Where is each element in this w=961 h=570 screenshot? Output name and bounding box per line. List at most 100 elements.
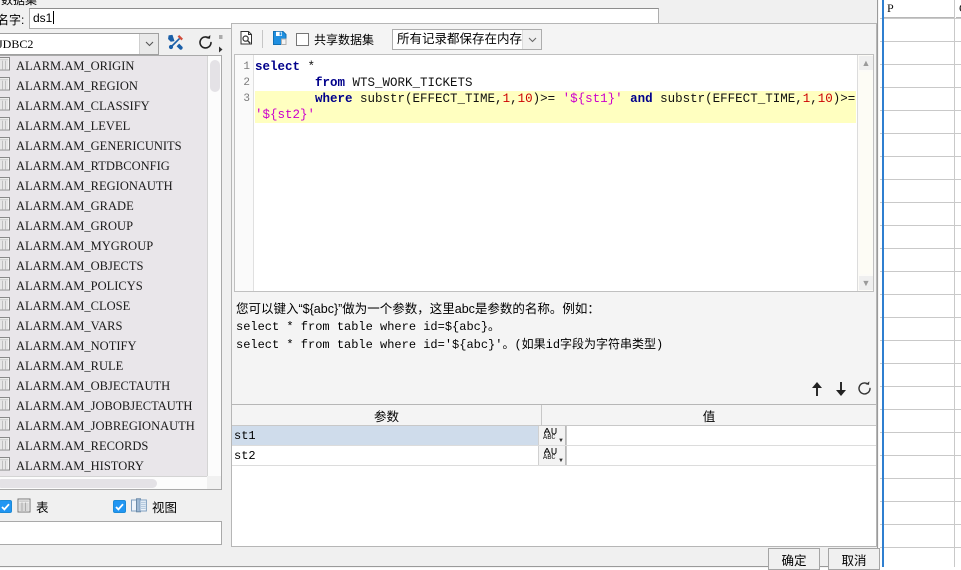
sheet-gridline xyxy=(954,0,955,567)
list-item[interactable]: ALARM.AM_NOTIFY xyxy=(0,336,207,356)
sql-editor-pane: 共享数据集 所有记录都保存在内存中 1 2 3 select * from WTS_… xyxy=(231,23,877,547)
editor-toolbar: 共享数据集 所有记录都保存在内存中 xyxy=(232,24,876,54)
filter-table-label: 表 xyxy=(36,501,49,515)
param-value-cell[interactable] xyxy=(566,446,876,465)
sheet-column-header[interactable]: Q xyxy=(956,0,961,18)
object-list-vertical-scrollbar[interactable] xyxy=(207,56,221,476)
list-item-label: ALARM.AM_OBJECTAUTH xyxy=(16,378,171,393)
checkbox-checked-icon[interactable] xyxy=(113,500,126,513)
list-item[interactable]: ALARM.AM_GROUP xyxy=(0,216,207,236)
checkbox-unchecked-icon[interactable] xyxy=(296,33,309,46)
table-icon xyxy=(0,217,16,235)
datasource-refresh-button[interactable] xyxy=(193,32,218,56)
code-token: WTS_WORK_TICKETS xyxy=(345,76,473,90)
column-header-value[interactable]: 值 xyxy=(542,405,876,425)
table-row[interactable]: st2 ABC ▼ xyxy=(232,446,876,466)
editor-vertical-scrollbar[interactable]: ▲ ▼ xyxy=(857,55,873,291)
chevron-down-icon[interactable] xyxy=(139,34,158,54)
chevron-down-icon[interactable]: ▼ xyxy=(558,438,564,444)
list-item-label: ALARM.AM_RULE xyxy=(16,358,124,373)
list-item[interactable]: ALARM.AM_RTDBCONFIG xyxy=(0,156,207,176)
code-line[interactable]: from WTS_WORK_TICKETS xyxy=(255,75,856,91)
text-type-dropdown-icon[interactable]: ABC ▼ xyxy=(538,446,566,465)
scrollbar-thumb[interactable] xyxy=(0,479,157,488)
list-item[interactable]: ALARM.AM_JOBOBJECTAUTH xyxy=(0,396,207,416)
list-item[interactable]: ALARM.AM_RECORDS xyxy=(0,436,207,456)
help-line-2: select * from table where id=${abc}。 xyxy=(236,320,501,334)
view-icon xyxy=(131,497,147,516)
table-row[interactable]: st1 ABC ▼ xyxy=(232,426,876,446)
move-param-down-button[interactable] xyxy=(830,379,852,401)
table-icon xyxy=(0,77,16,95)
filter-view[interactable]: 视图 xyxy=(113,497,177,516)
column-header-param[interactable]: 参数 xyxy=(232,405,542,425)
chevron-up-icon[interactable]: ▲ xyxy=(859,56,873,70)
storage-mode-select[interactable]: 所有记录都保存在内存中 xyxy=(392,29,542,50)
param-name-cell[interactable]: st1 xyxy=(232,426,538,445)
object-filter-input[interactable] xyxy=(0,521,222,545)
toolbar-separator xyxy=(262,30,263,48)
code-line[interactable]: where substr(EFFECT_TIME,1,10)>= '${st1}… xyxy=(255,91,856,107)
preview-button[interactable] xyxy=(235,27,259,51)
list-item[interactable]: ALARM.AM_GRADE xyxy=(0,196,207,216)
chevron-down-icon[interactable]: ▼ xyxy=(859,276,873,290)
list-item[interactable]: ALARM.AM_JOBREGIONAUTH xyxy=(0,416,207,436)
code-token: )>= xyxy=(832,92,856,106)
table-icon xyxy=(0,257,16,275)
list-item[interactable]: ALARM.AM_POLICYS xyxy=(0,276,207,296)
list-item[interactable]: ALARM.AM_OBJECTS xyxy=(0,256,207,276)
code-line[interactable]: select * xyxy=(255,59,856,75)
list-item[interactable]: ALARM.AM_VARS xyxy=(0,316,207,336)
chevron-down-icon[interactable]: ▼ xyxy=(558,458,564,464)
sql-code-editor[interactable]: 1 2 3 select * from WTS_WORK_TICKETS where… xyxy=(234,54,874,292)
help-line-1: 您可以键入“${abc}”做为一个参数，这里abc是参数的名称。例如： xyxy=(236,302,600,316)
list-item[interactable]: ALARM.AM_GENERICUNITS xyxy=(0,136,207,156)
datasource-settings-button[interactable] xyxy=(163,32,188,56)
parameter-table: 参数 值 st1 ABC ▼ st2 ABC ▼ xyxy=(232,404,876,546)
sheet-gridline xyxy=(880,524,961,525)
list-item-label: ALARM.AM_OBJECTS xyxy=(16,258,144,273)
list-item[interactable]: ALARM.AM_MYGROUP xyxy=(0,236,207,256)
refresh-params-button[interactable] xyxy=(853,379,875,401)
database-object-list[interactable]: ALARM.AM_ORIGIN ALARM.AM_REGION ALARM.AM_C… xyxy=(0,55,222,490)
filter-table[interactable]: 表 xyxy=(0,497,49,516)
sheet-gridline xyxy=(880,18,961,19)
list-item[interactable]: ALARM.AM_LEVEL xyxy=(0,116,207,136)
code-line[interactable]: '${st2}' xyxy=(255,107,856,123)
text-type-dropdown-icon[interactable]: ABC ▼ xyxy=(538,426,566,445)
move-param-up-button[interactable] xyxy=(806,379,828,401)
chevron-down-icon[interactable] xyxy=(522,30,541,49)
editor-code-area[interactable]: select * from WTS_WORK_TICKETS where sub… xyxy=(255,55,856,291)
table-icon xyxy=(0,417,16,435)
sheet-column-header[interactable]: P xyxy=(884,0,954,18)
object-list-horizontal-scrollbar[interactable] xyxy=(0,476,207,489)
list-item-label: ALARM.AM_RECORDS xyxy=(16,438,149,453)
sheet-gridline xyxy=(880,340,961,341)
checkbox-checked-icon[interactable] xyxy=(0,500,12,513)
list-item[interactable]: ALARM.AM_HISTORY xyxy=(0,456,207,476)
list-item[interactable]: ALARM.AM_OBJECTAUTH xyxy=(0,376,207,396)
list-item[interactable]: ALARM.AM_REGION xyxy=(0,76,207,96)
arrow-up-icon xyxy=(810,381,824,400)
param-name-cell[interactable]: st2 xyxy=(232,446,538,465)
datasource-select[interactable]: JDBC2 xyxy=(0,33,159,55)
sheet-gridline xyxy=(880,478,961,479)
dataset-name-value: ds1 xyxy=(33,11,53,25)
toolbar-overflow-icon[interactable] xyxy=(217,33,225,55)
code-token: )>= xyxy=(532,92,563,106)
list-item[interactable]: ALARM.AM_CLOSE xyxy=(0,296,207,316)
list-item[interactable]: ALARM.AM_ORIGIN xyxy=(0,56,207,76)
sheet-gridline xyxy=(880,202,961,203)
list-item[interactable]: ALARM.AM_REGIONAUTH xyxy=(0,176,207,196)
scrollbar-track[interactable] xyxy=(860,72,872,274)
list-item[interactable]: ALARM.AM_RULE xyxy=(0,356,207,376)
shared-dataset-checkbox[interactable]: 共享数据集 xyxy=(296,31,374,48)
param-value-cell[interactable] xyxy=(566,426,876,445)
line-number: 2 xyxy=(243,77,250,89)
save-button[interactable] xyxy=(268,27,292,51)
list-item[interactable]: ALARM.AM_CLASSIFY xyxy=(0,96,207,116)
code-token: and xyxy=(630,92,653,106)
parameter-toolbar xyxy=(232,376,876,404)
scrollbar-thumb[interactable] xyxy=(210,60,220,92)
